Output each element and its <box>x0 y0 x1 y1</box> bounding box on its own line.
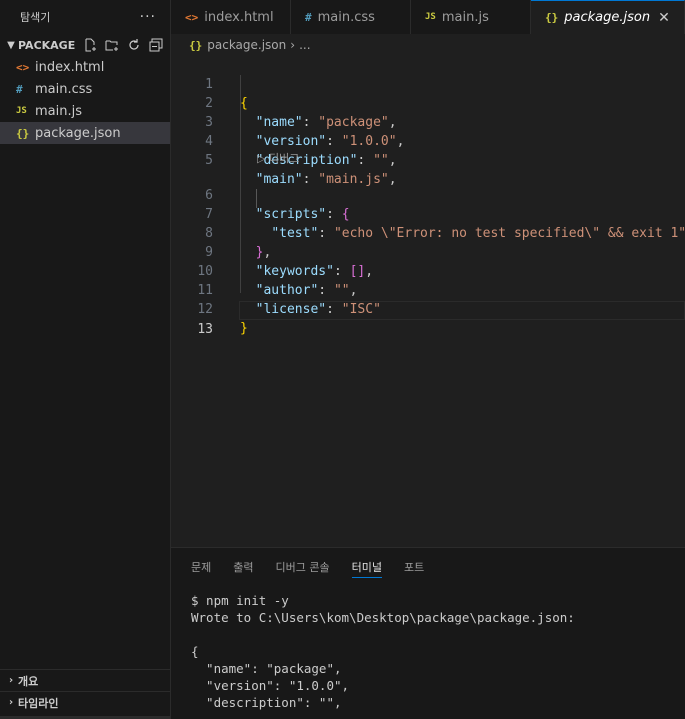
line-number: 13 <box>197 322 213 337</box>
tab-label: package.json <box>564 10 651 25</box>
close-icon[interactable]: ✕ <box>658 10 670 26</box>
folder-name: PACKAGE <box>18 38 76 52</box>
code-editor[interactable]: 1 { 2 "name": "package", 3 "version": "1… <box>171 56 685 546</box>
code-line: 1 { <box>171 56 685 111</box>
outline-label: 개요 <box>18 674 39 688</box>
chevron-right-icon: › <box>8 675 14 686</box>
code-line: 9 "keywords": [], <box>171 224 685 279</box>
explorer-header: 탐색기 ··· <box>0 0 170 34</box>
file-name: package.json <box>35 125 121 141</box>
tab-debug-console[interactable]: 디버그 콘솔 <box>276 557 330 577</box>
breadcrumb: {} package.json › ... <box>171 34 685 56</box>
code-line: 6 "scripts": { <box>171 167 685 222</box>
json-file-icon: {} <box>545 11 559 24</box>
tab-index-html[interactable]: <> index.html <box>171 0 291 34</box>
panel-tabs: 문제 출력 디버그 콘솔 터미널 포트 <box>171 548 685 586</box>
bottom-panel: 문제 출력 디버그 콘솔 터미널 포트 $ npm init -y Wrote … <box>171 547 685 719</box>
chevron-down-icon: ▼ <box>7 39 15 51</box>
js-file-icon: JS <box>425 12 436 22</box>
code-line: 3 "version": "1.0.0", <box>171 94 685 149</box>
file-item-main-js[interactable]: JS main.js <box>0 100 170 122</box>
breadcrumb-separator: › <box>290 38 296 52</box>
refresh-icon[interactable] <box>126 37 142 53</box>
code-line: 10 "author": "", <box>171 243 685 298</box>
debug-codelens[interactable]: ▷ 디버그 <box>257 149 299 168</box>
new-folder-icon[interactable] <box>104 37 120 53</box>
code-line: 4 "description": "", <box>171 113 685 168</box>
code-line: 8 }, <box>171 205 685 260</box>
file-name: main.css <box>35 81 93 97</box>
explorer-title: 탐색기 <box>20 11 51 24</box>
editor-tabs: <> index.html # main.css JS main.js {} p… <box>171 0 685 34</box>
breadcrumb-file[interactable]: package.json <box>207 38 286 52</box>
tab-problems[interactable]: 문제 <box>191 557 211 577</box>
file-item-index-html[interactable]: <> index.html <box>0 56 170 78</box>
file-name: main.js <box>35 103 82 119</box>
tab-output[interactable]: 출력 <box>233 557 253 577</box>
tab-terminal[interactable]: 터미널 <box>351 557 382 578</box>
html-file-icon: <> <box>185 10 199 24</box>
tab-package-json[interactable]: {} package.json ✕ <box>531 0 685 34</box>
json-file-icon: {} <box>16 126 30 140</box>
more-actions-icon[interactable]: ··· <box>140 9 156 25</box>
code-line: 13 <box>171 301 685 337</box>
code-line: 7 "test": "echo \"Error: no test specifi… <box>171 186 685 241</box>
terminal-line: "name": "package", <box>191 661 342 676</box>
html-file-icon: <> <box>16 60 30 74</box>
tab-label: main.js <box>441 9 489 25</box>
js-file-icon: JS <box>16 106 27 116</box>
terminal-line: { <box>191 644 199 659</box>
tab-main-css[interactable]: # main.css <box>291 0 411 34</box>
file-item-package-json[interactable]: {} package.json <box>0 122 170 144</box>
code-line: 5 "main": "main.js", <box>171 132 685 187</box>
collapse-all-icon[interactable] <box>148 37 164 53</box>
chevron-right-icon: › <box>8 697 14 708</box>
tab-label: index.html <box>204 9 274 25</box>
json-file-icon: {} <box>189 38 203 52</box>
file-item-main-css[interactable]: # main.css <box>0 78 170 100</box>
tab-label: main.css <box>317 9 375 25</box>
breadcrumb-more[interactable]: ... <box>299 38 310 52</box>
explorer-sidebar: 탐색기 ··· ▼ PACKAGE <> index.html # main.c… <box>0 0 171 719</box>
terminal-line: Wrote to C:\Users\kom\Desktop\package\pa… <box>191 610 575 625</box>
code-line: 2 "name": "package", <box>171 75 685 130</box>
tab-main-js[interactable]: JS main.js <box>411 0 531 34</box>
terminal-output[interactable]: $ npm init -y Wrote to C:\Users\kom\Desk… <box>171 592 685 711</box>
folder-section-header[interactable]: ▼ PACKAGE <box>0 34 170 56</box>
play-icon: ▷ <box>257 152 266 165</box>
css-file-icon: # <box>305 10 312 24</box>
outline-section-header[interactable]: › 개요 <box>0 669 170 691</box>
tab-ports[interactable]: 포트 <box>404 557 424 577</box>
terminal-line: "description": "", <box>191 695 342 710</box>
timeline-section-header[interactable]: › 타임라인 <box>0 691 170 713</box>
timeline-label: 타임라인 <box>18 696 59 710</box>
css-file-icon: # <box>16 82 23 96</box>
terminal-line: $ npm init -y <box>191 593 289 608</box>
code-line: 12 } <box>171 281 685 336</box>
file-name: index.html <box>35 59 105 75</box>
code-line: 11 "license": "ISC" <box>171 262 685 317</box>
new-file-icon[interactable] <box>82 37 98 53</box>
terminal-line: "version": "1.0.0", <box>191 678 350 693</box>
